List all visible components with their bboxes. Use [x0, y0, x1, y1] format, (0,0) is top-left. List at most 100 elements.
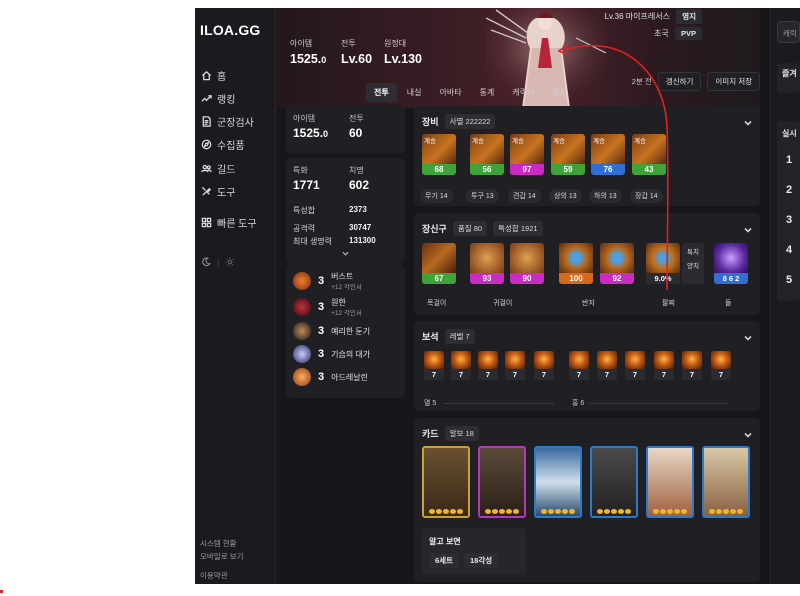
- collapse-chevron-icon[interactable]: [744, 221, 752, 233]
- engraving-item[interactable]: 3 버스트 +12 각인서: [293, 271, 362, 291]
- accessory-caption: 반지: [582, 300, 595, 307]
- document-icon: [202, 115, 211, 127]
- footer-link-terms[interactable]: 이용약관: [200, 570, 228, 581]
- tools-icon: [201, 186, 212, 196]
- equipment-helmet[interactable]: 계승 56: [470, 134, 504, 175]
- accessory-ring-2[interactable]: 92: [600, 243, 634, 284]
- game-card[interactable]: [590, 446, 638, 518]
- refresh-button[interactable]: 갱신하기: [657, 72, 702, 91]
- adrenaline-engraving-icon: [293, 368, 311, 386]
- trend-icon: [201, 94, 212, 102]
- game-card[interactable]: [534, 446, 582, 518]
- accessory-bracelet[interactable]: 특치 양치 9.0%: [646, 243, 704, 284]
- rank-number: 4: [786, 244, 793, 256]
- hero-stat-label: 전투: [341, 39, 356, 48]
- theme-toggle[interactable]: |: [201, 257, 235, 267]
- sidebar-item-quick-tools[interactable]: 빠른 도구: [201, 213, 257, 231]
- save-image-button[interactable]: 이미지 저장: [707, 72, 760, 91]
- sidebar-item-tools[interactable]: 도구: [201, 182, 235, 200]
- footer-link-system-status[interactable]: 시스템 현황: [200, 538, 237, 549]
- engraving-item[interactable]: 3 예리한 둔기: [293, 321, 370, 341]
- hero-stat-value: Lv.60: [341, 52, 373, 66]
- hero-stat-value: 1525.0: [290, 52, 327, 66]
- favorites-panel: 즐겨: [777, 63, 800, 93]
- badge-pvp[interactable]: PVP: [674, 27, 702, 40]
- combat-stats-card: 특화 1771 치명 602 특성합 2373 공격력 30747 최대 생명력 13…: [286, 158, 405, 264]
- sidebar-item-home[interactable]: 홈: [201, 66, 226, 84]
- tab-internal[interactable]: 내실: [399, 83, 430, 102]
- stat-total: 특성합 2373: [293, 205, 367, 215]
- sidebar-item-ranking[interactable]: 랭킹: [201, 89, 235, 107]
- game-card[interactable]: [702, 446, 750, 518]
- grudge-engraving-icon: [293, 298, 311, 316]
- accessory-ring-1[interactable]: 100: [559, 243, 593, 284]
- moon-icon[interactable]: [201, 257, 211, 267]
- sidebar-item-guild[interactable]: 길드: [201, 159, 235, 177]
- gem-slot[interactable]: 7: [478, 351, 498, 380]
- gem-slot[interactable]: 7: [682, 351, 702, 380]
- sidebar-item-label: 빠른 도구: [217, 218, 257, 230]
- equipment-caption: 투구 13: [466, 189, 499, 203]
- equipment-gloves[interactable]: 계승 43: [632, 134, 666, 175]
- gem-slot[interactable]: 7: [654, 351, 674, 380]
- accessory-earring-2[interactable]: 90: [510, 243, 544, 284]
- card-deck-card: 카드 알보 18 알고 보면 6세트 18각성: [414, 418, 760, 582]
- tab-characters[interactable]: 캐릭터: [504, 83, 542, 102]
- character-class-line: Lv.36 마이프레서스 영지: [605, 9, 702, 24]
- equipment-pants[interactable]: 계승 76: [591, 134, 625, 175]
- accessory-title: 장신구 품질 80 특성합 1921: [422, 221, 543, 236]
- equipment-caption: 하의 13: [589, 189, 622, 203]
- tab-guild[interactable]: 길드: [544, 83, 575, 102]
- card-set-name: 알고 보면: [429, 537, 461, 546]
- gem-slot[interactable]: 7: [451, 351, 471, 380]
- accessory-necklace[interactable]: 67: [422, 243, 456, 284]
- gem-slot[interactable]: 7: [569, 351, 589, 380]
- expand-chevron-icon[interactable]: [342, 251, 349, 256]
- badge-estate[interactable]: 영지: [676, 9, 702, 24]
- rank-number: 1: [786, 154, 793, 166]
- rank-number: 5: [786, 274, 793, 286]
- collapse-chevron-icon[interactable]: [744, 426, 752, 438]
- engraving-card: 3 버스트 +12 각인서 3 원한 +12 각인서 3 예리한 둔기 3 기습의 …: [286, 264, 405, 398]
- card-set-badge: 6세트: [429, 553, 459, 568]
- sidebar-item-label: 홈: [217, 71, 227, 83]
- gem-slot[interactable]: 7: [625, 351, 645, 380]
- stat-attack: 공격력 30747: [293, 223, 372, 233]
- equipment-caption: 무기 14: [420, 189, 453, 203]
- game-card[interactable]: [422, 446, 470, 518]
- sun-icon[interactable]: [225, 257, 235, 267]
- app-window: ILOA.GG 홈 랭킹 군장검사 수집품 길드 도구 빠른 도구 | 시스템 …: [195, 8, 800, 584]
- gem-slot[interactable]: 7: [534, 351, 554, 380]
- accessory-card: 장신구 품질 80 특성합 1921 67 93 90 100 92 특치 양치 9.…: [414, 213, 760, 315]
- collapse-chevron-icon[interactable]: [744, 329, 752, 341]
- equipment-chest[interactable]: 계승 59: [551, 134, 585, 175]
- title-text: 초국: [654, 29, 669, 38]
- tab-stats[interactable]: 통계: [472, 83, 503, 102]
- engraving-item[interactable]: 3 기습의 대가: [293, 344, 370, 364]
- equipment-caption: 상의 13: [549, 189, 582, 203]
- gem-slot[interactable]: 7: [711, 351, 731, 380]
- engraving-item[interactable]: 3 아드레날린: [293, 367, 368, 387]
- sidebar-item-label: 길드: [217, 164, 236, 176]
- gem-slot[interactable]: 7: [424, 351, 444, 380]
- engraving-item[interactable]: 3 원한 +12 각인서: [293, 297, 362, 317]
- card-set-effect: 알고 보면 6세트 18각성: [422, 528, 526, 574]
- equipment-shoulder[interactable]: 계승 97: [510, 134, 544, 175]
- footer-link-mobile-view[interactable]: 모바일로 보기: [200, 551, 243, 562]
- gem-slot[interactable]: 7: [597, 351, 617, 380]
- character-search-input[interactable]: 캐릭: [777, 21, 800, 43]
- ability-stone[interactable]: 8 6 2: [714, 243, 748, 284]
- sidebar-item-label: 랭킹: [217, 94, 236, 106]
- site-logo[interactable]: ILOA.GG: [200, 22, 261, 38]
- sidebar-item-collection[interactable]: 수집품: [201, 135, 245, 153]
- game-card[interactable]: [646, 446, 694, 518]
- tab-combat[interactable]: 전투: [366, 83, 397, 102]
- tab-avatar[interactable]: 아바타: [431, 83, 469, 102]
- sidebar-item-inspect[interactable]: 군장검사: [201, 112, 254, 130]
- collapse-chevron-icon[interactable]: [744, 114, 752, 126]
- gem-title: 보석 레벨 7: [422, 329, 475, 344]
- accessory-earring-1[interactable]: 93: [470, 243, 504, 284]
- game-card[interactable]: [478, 446, 526, 518]
- gem-slot[interactable]: 7: [505, 351, 525, 380]
- equipment-weapon[interactable]: 계승 68: [422, 134, 456, 175]
